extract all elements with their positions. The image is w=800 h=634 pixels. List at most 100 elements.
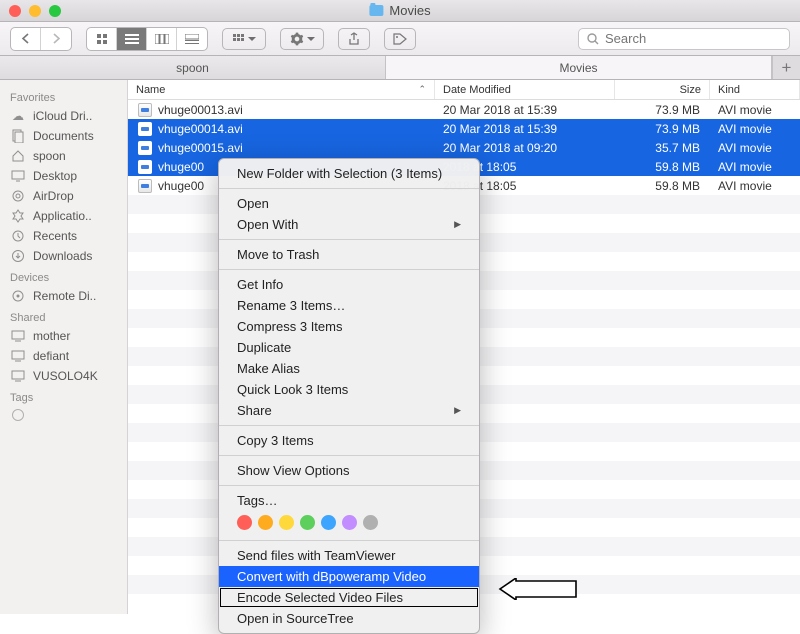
back-button[interactable] bbox=[11, 28, 41, 50]
column-label: Name bbox=[136, 84, 165, 96]
sidebar-item-label: VUSOLO4K bbox=[33, 369, 98, 383]
tag-color-dot[interactable] bbox=[363, 515, 378, 530]
context-menu-item[interactable]: Copy 3 Items bbox=[219, 430, 479, 451]
context-menu-item[interactable]: Move to Trash bbox=[219, 244, 479, 265]
sidebar-item-label: iCloud Dri.. bbox=[33, 109, 92, 123]
tag-color-dot[interactable] bbox=[300, 515, 315, 530]
tag-all-icon[interactable] bbox=[12, 409, 24, 421]
context-menu-item[interactable]: Open With bbox=[219, 214, 479, 235]
context-menu-item[interactable]: Make Alias bbox=[219, 358, 479, 379]
column-header-name[interactable]: Name ⌃ bbox=[128, 80, 435, 99]
context-menu-separator bbox=[219, 540, 479, 541]
sidebar-item-downloads[interactable]: Downloads bbox=[0, 246, 127, 266]
new-tab-button[interactable]: + bbox=[772, 56, 800, 79]
chevron-down-icon bbox=[307, 31, 315, 46]
file-kind: AVI movie bbox=[710, 122, 800, 136]
tag-color-dot[interactable] bbox=[237, 515, 252, 530]
list-view-button[interactable] bbox=[117, 28, 147, 50]
sidebar-heading-shared: Shared bbox=[0, 306, 127, 326]
sidebar: Favorites ☁︎iCloud Dri.. Documents spoon… bbox=[0, 80, 128, 614]
context-menu-item[interactable]: Send files with TeamViewer bbox=[219, 545, 479, 566]
icon-view-button[interactable] bbox=[87, 28, 117, 50]
context-menu-item[interactable]: Compress 3 Items bbox=[219, 316, 479, 337]
sidebar-item-label: Recents bbox=[33, 229, 77, 243]
desktop-icon bbox=[10, 169, 26, 183]
minimize-window-button[interactable] bbox=[29, 5, 41, 17]
tab-spoon[interactable]: spoon bbox=[0, 56, 386, 79]
file-icon bbox=[138, 179, 152, 193]
context-menu-item[interactable]: Open in SourceTree bbox=[219, 608, 479, 629]
context-menu-item[interactable]: Rename 3 Items… bbox=[219, 295, 479, 316]
sidebar-item-remote-disc[interactable]: Remote Di.. bbox=[0, 286, 127, 306]
computer-icon bbox=[10, 349, 26, 363]
sidebar-item-mother[interactable]: mother bbox=[0, 326, 127, 346]
coverflow-view-button[interactable] bbox=[177, 28, 207, 50]
column-header-size[interactable]: Size bbox=[615, 80, 710, 99]
sidebar-heading-tags: Tags bbox=[0, 386, 127, 406]
file-name: vhuge00 bbox=[158, 160, 204, 174]
applications-icon bbox=[10, 209, 26, 223]
context-menu-item[interactable]: Duplicate bbox=[219, 337, 479, 358]
context-menu-separator bbox=[219, 425, 479, 426]
window-title: Movies bbox=[389, 3, 430, 18]
tag-color-dot[interactable] bbox=[321, 515, 336, 530]
file-kind: AVI movie bbox=[710, 160, 800, 174]
file-kind: AVI movie bbox=[710, 103, 800, 117]
sidebar-item-defiant[interactable]: defiant bbox=[0, 346, 127, 366]
share-button[interactable] bbox=[338, 28, 370, 50]
file-size: 59.8 MB bbox=[615, 179, 710, 193]
file-row[interactable]: vhuge00014.avi20 Mar 2018 at 15:3973.9 M… bbox=[128, 119, 800, 138]
file-size: 59.8 MB bbox=[615, 160, 710, 174]
context-menu-item[interactable]: Share bbox=[219, 400, 479, 421]
sidebar-item-label: spoon bbox=[33, 149, 66, 163]
column-view-button[interactable] bbox=[147, 28, 177, 50]
tags-button[interactable] bbox=[384, 28, 416, 50]
sidebar-item-icloud[interactable]: ☁︎ iCloud Dri.. bbox=[0, 106, 127, 126]
sidebar-item-applications[interactable]: Applicatio.. bbox=[0, 206, 127, 226]
toolbar bbox=[0, 22, 800, 56]
forward-button[interactable] bbox=[41, 28, 71, 50]
sidebar-item-home[interactable]: spoon bbox=[0, 146, 127, 166]
context-menu-item[interactable]: Quick Look 3 Items bbox=[219, 379, 479, 400]
search-input[interactable] bbox=[605, 31, 781, 46]
close-window-button[interactable] bbox=[9, 5, 21, 17]
sidebar-item-documents[interactable]: Documents bbox=[0, 126, 127, 146]
context-menu-item[interactable]: Open bbox=[219, 193, 479, 214]
column-header-date[interactable]: Date Modified bbox=[435, 80, 615, 99]
tag-color-dot[interactable] bbox=[342, 515, 357, 530]
file-size: 35.7 MB bbox=[615, 141, 710, 155]
sidebar-item-label: AirDrop bbox=[33, 189, 74, 203]
context-menu-item[interactable]: Encode Selected Video Files bbox=[219, 587, 479, 608]
cloud-icon: ☁︎ bbox=[10, 109, 26, 123]
arrange-button[interactable] bbox=[222, 28, 266, 50]
context-menu-item[interactable]: Tags… bbox=[219, 490, 479, 511]
context-menu-item[interactable]: Get Info bbox=[219, 274, 479, 295]
sidebar-item-label: mother bbox=[33, 329, 70, 343]
search-field[interactable] bbox=[578, 28, 790, 50]
context-menu-separator bbox=[219, 485, 479, 486]
sort-ascending-icon: ⌃ bbox=[418, 84, 426, 95]
sidebar-item-desktop[interactable]: Desktop bbox=[0, 166, 127, 186]
sidebar-item-label: Desktop bbox=[33, 169, 77, 183]
file-kind: AVI movie bbox=[710, 141, 800, 155]
sidebar-item-vusolo4k[interactable]: VUSOLO4K bbox=[0, 366, 127, 386]
column-header-kind[interactable]: Kind bbox=[710, 80, 800, 99]
file-row[interactable]: vhuge00015.avi20 Mar 2018 at 09:2035.7 M… bbox=[128, 138, 800, 157]
context-menu-item[interactable]: Convert with dBpoweramp Video bbox=[219, 566, 479, 587]
tag-color-dot[interactable] bbox=[279, 515, 294, 530]
home-icon bbox=[10, 149, 26, 163]
file-row[interactable]: vhuge00013.avi20 Mar 2018 at 15:3973.9 M… bbox=[128, 100, 800, 119]
action-button[interactable] bbox=[280, 28, 324, 50]
tab-movies[interactable]: Movies bbox=[386, 56, 772, 79]
context-menu-item[interactable]: Show View Options bbox=[219, 460, 479, 481]
search-icon bbox=[587, 33, 599, 45]
file-icon bbox=[138, 122, 152, 136]
sidebar-item-airdrop[interactable]: AirDrop bbox=[0, 186, 127, 206]
sidebar-item-label: Downloads bbox=[33, 249, 92, 263]
computer-icon bbox=[10, 369, 26, 383]
tag-color-dot[interactable] bbox=[258, 515, 273, 530]
sidebar-heading-devices: Devices bbox=[0, 266, 127, 286]
context-menu-item[interactable]: New Folder with Selection (3 Items) bbox=[219, 163, 479, 184]
sidebar-item-recents[interactable]: Recents bbox=[0, 226, 127, 246]
maximize-window-button[interactable] bbox=[49, 5, 61, 17]
